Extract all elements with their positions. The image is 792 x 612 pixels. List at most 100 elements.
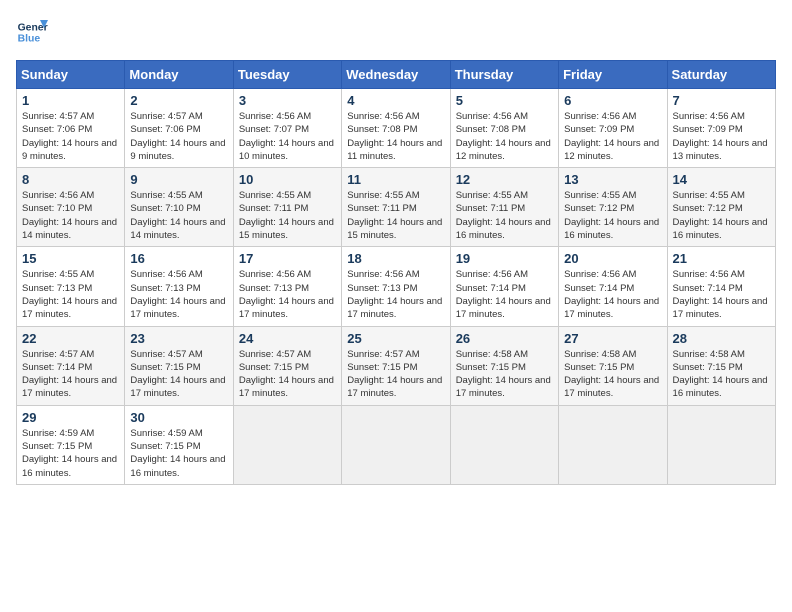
calendar-cell: 7 Sunrise: 4:56 AM Sunset: 7:09 PM Dayli…	[667, 89, 775, 168]
page-header: General Blue	[16, 16, 776, 48]
calendar-cell: 30 Sunrise: 4:59 AM Sunset: 7:15 PM Dayl…	[125, 405, 233, 484]
day-number: 23	[130, 331, 227, 346]
calendar-cell	[233, 405, 341, 484]
calendar-cell	[450, 405, 558, 484]
day-info: Sunrise: 4:56 AM Sunset: 7:14 PM Dayligh…	[673, 268, 770, 321]
day-number: 15	[22, 251, 119, 266]
day-number: 2	[130, 93, 227, 108]
calendar-cell: 14 Sunrise: 4:55 AM Sunset: 7:12 PM Dayl…	[667, 168, 775, 247]
calendar-cell: 20 Sunrise: 4:56 AM Sunset: 7:14 PM Dayl…	[559, 247, 667, 326]
weekday-header-friday: Friday	[559, 61, 667, 89]
day-number: 28	[673, 331, 770, 346]
day-info: Sunrise: 4:56 AM Sunset: 7:09 PM Dayligh…	[673, 110, 770, 163]
logo-icon: General Blue	[16, 16, 48, 48]
day-number: 9	[130, 172, 227, 187]
calendar-cell: 11 Sunrise: 4:55 AM Sunset: 7:11 PM Dayl…	[342, 168, 450, 247]
calendar-cell: 19 Sunrise: 4:56 AM Sunset: 7:14 PM Dayl…	[450, 247, 558, 326]
day-info: Sunrise: 4:56 AM Sunset: 7:09 PM Dayligh…	[564, 110, 661, 163]
calendar-week-4: 22 Sunrise: 4:57 AM Sunset: 7:14 PM Dayl…	[17, 326, 776, 405]
calendar-cell: 2 Sunrise: 4:57 AM Sunset: 7:06 PM Dayli…	[125, 89, 233, 168]
day-info: Sunrise: 4:59 AM Sunset: 7:15 PM Dayligh…	[130, 427, 227, 480]
calendar-week-2: 8 Sunrise: 4:56 AM Sunset: 7:10 PM Dayli…	[17, 168, 776, 247]
day-info: Sunrise: 4:57 AM Sunset: 7:15 PM Dayligh…	[130, 348, 227, 401]
calendar-cell: 22 Sunrise: 4:57 AM Sunset: 7:14 PM Dayl…	[17, 326, 125, 405]
day-number: 1	[22, 93, 119, 108]
day-info: Sunrise: 4:58 AM Sunset: 7:15 PM Dayligh…	[673, 348, 770, 401]
calendar-cell: 26 Sunrise: 4:58 AM Sunset: 7:15 PM Dayl…	[450, 326, 558, 405]
day-info: Sunrise: 4:56 AM Sunset: 7:13 PM Dayligh…	[347, 268, 444, 321]
calendar-cell: 27 Sunrise: 4:58 AM Sunset: 7:15 PM Dayl…	[559, 326, 667, 405]
day-info: Sunrise: 4:56 AM Sunset: 7:14 PM Dayligh…	[564, 268, 661, 321]
day-info: Sunrise: 4:56 AM Sunset: 7:07 PM Dayligh…	[239, 110, 336, 163]
day-number: 10	[239, 172, 336, 187]
day-number: 21	[673, 251, 770, 266]
calendar-cell: 9 Sunrise: 4:55 AM Sunset: 7:10 PM Dayli…	[125, 168, 233, 247]
day-info: Sunrise: 4:55 AM Sunset: 7:12 PM Dayligh…	[564, 189, 661, 242]
day-number: 18	[347, 251, 444, 266]
weekday-header-saturday: Saturday	[667, 61, 775, 89]
calendar-cell	[342, 405, 450, 484]
day-number: 16	[130, 251, 227, 266]
day-info: Sunrise: 4:56 AM Sunset: 7:08 PM Dayligh…	[456, 110, 553, 163]
day-info: Sunrise: 4:57 AM Sunset: 7:06 PM Dayligh…	[22, 110, 119, 163]
day-info: Sunrise: 4:55 AM Sunset: 7:12 PM Dayligh…	[673, 189, 770, 242]
calendar-week-1: 1 Sunrise: 4:57 AM Sunset: 7:06 PM Dayli…	[17, 89, 776, 168]
calendar-week-5: 29 Sunrise: 4:59 AM Sunset: 7:15 PM Dayl…	[17, 405, 776, 484]
calendar-cell: 5 Sunrise: 4:56 AM Sunset: 7:08 PM Dayli…	[450, 89, 558, 168]
calendar-cell: 3 Sunrise: 4:56 AM Sunset: 7:07 PM Dayli…	[233, 89, 341, 168]
day-number: 26	[456, 331, 553, 346]
weekday-header-monday: Monday	[125, 61, 233, 89]
day-info: Sunrise: 4:55 AM Sunset: 7:11 PM Dayligh…	[456, 189, 553, 242]
weekday-header-sunday: Sunday	[17, 61, 125, 89]
calendar-week-3: 15 Sunrise: 4:55 AM Sunset: 7:13 PM Dayl…	[17, 247, 776, 326]
weekday-header-wednesday: Wednesday	[342, 61, 450, 89]
day-info: Sunrise: 4:57 AM Sunset: 7:14 PM Dayligh…	[22, 348, 119, 401]
day-number: 24	[239, 331, 336, 346]
logo: General Blue	[16, 16, 52, 48]
day-number: 17	[239, 251, 336, 266]
day-info: Sunrise: 4:55 AM Sunset: 7:13 PM Dayligh…	[22, 268, 119, 321]
calendar-cell: 13 Sunrise: 4:55 AM Sunset: 7:12 PM Dayl…	[559, 168, 667, 247]
day-number: 27	[564, 331, 661, 346]
day-number: 8	[22, 172, 119, 187]
calendar-cell: 15 Sunrise: 4:55 AM Sunset: 7:13 PM Dayl…	[17, 247, 125, 326]
calendar-cell: 28 Sunrise: 4:58 AM Sunset: 7:15 PM Dayl…	[667, 326, 775, 405]
day-info: Sunrise: 4:56 AM Sunset: 7:14 PM Dayligh…	[456, 268, 553, 321]
calendar-cell	[559, 405, 667, 484]
calendar-cell: 6 Sunrise: 4:56 AM Sunset: 7:09 PM Dayli…	[559, 89, 667, 168]
day-number: 22	[22, 331, 119, 346]
calendar-cell: 24 Sunrise: 4:57 AM Sunset: 7:15 PM Dayl…	[233, 326, 341, 405]
calendar-cell: 4 Sunrise: 4:56 AM Sunset: 7:08 PM Dayli…	[342, 89, 450, 168]
day-info: Sunrise: 4:56 AM Sunset: 7:10 PM Dayligh…	[22, 189, 119, 242]
day-number: 12	[456, 172, 553, 187]
day-number: 6	[564, 93, 661, 108]
day-number: 13	[564, 172, 661, 187]
day-number: 25	[347, 331, 444, 346]
day-info: Sunrise: 4:57 AM Sunset: 7:15 PM Dayligh…	[347, 348, 444, 401]
day-number: 5	[456, 93, 553, 108]
day-number: 19	[456, 251, 553, 266]
day-info: Sunrise: 4:56 AM Sunset: 7:13 PM Dayligh…	[239, 268, 336, 321]
day-info: Sunrise: 4:57 AM Sunset: 7:06 PM Dayligh…	[130, 110, 227, 163]
day-number: 20	[564, 251, 661, 266]
day-info: Sunrise: 4:56 AM Sunset: 7:08 PM Dayligh…	[347, 110, 444, 163]
calendar-table: SundayMondayTuesdayWednesdayThursdayFrid…	[16, 60, 776, 485]
calendar-cell: 12 Sunrise: 4:55 AM Sunset: 7:11 PM Dayl…	[450, 168, 558, 247]
day-info: Sunrise: 4:58 AM Sunset: 7:15 PM Dayligh…	[564, 348, 661, 401]
day-info: Sunrise: 4:58 AM Sunset: 7:15 PM Dayligh…	[456, 348, 553, 401]
day-number: 7	[673, 93, 770, 108]
calendar-cell: 16 Sunrise: 4:56 AM Sunset: 7:13 PM Dayl…	[125, 247, 233, 326]
day-number: 30	[130, 410, 227, 425]
calendar-cell: 10 Sunrise: 4:55 AM Sunset: 7:11 PM Dayl…	[233, 168, 341, 247]
weekday-header-thursday: Thursday	[450, 61, 558, 89]
day-info: Sunrise: 4:56 AM Sunset: 7:13 PM Dayligh…	[130, 268, 227, 321]
day-number: 11	[347, 172, 444, 187]
calendar-cell: 25 Sunrise: 4:57 AM Sunset: 7:15 PM Dayl…	[342, 326, 450, 405]
weekday-header-tuesday: Tuesday	[233, 61, 341, 89]
calendar-cell: 18 Sunrise: 4:56 AM Sunset: 7:13 PM Dayl…	[342, 247, 450, 326]
calendar-cell: 1 Sunrise: 4:57 AM Sunset: 7:06 PM Dayli…	[17, 89, 125, 168]
day-number: 3	[239, 93, 336, 108]
calendar-cell: 21 Sunrise: 4:56 AM Sunset: 7:14 PM Dayl…	[667, 247, 775, 326]
calendar-cell: 17 Sunrise: 4:56 AM Sunset: 7:13 PM Dayl…	[233, 247, 341, 326]
day-info: Sunrise: 4:55 AM Sunset: 7:10 PM Dayligh…	[130, 189, 227, 242]
